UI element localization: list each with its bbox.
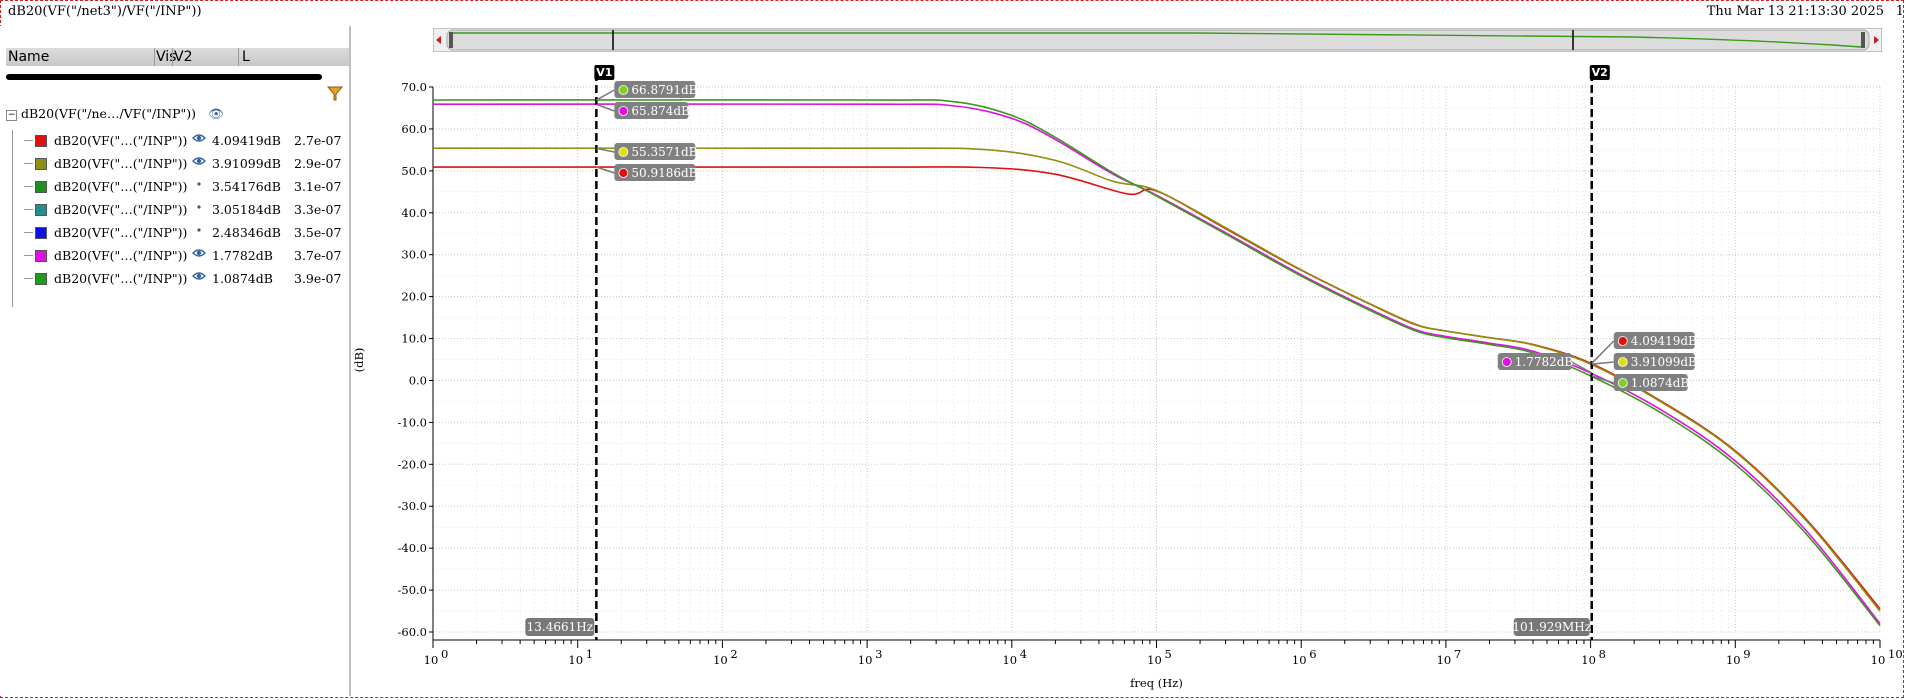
- l-value: 2.7e-07: [294, 133, 342, 148]
- horizontal-scrollbar[interactable]: [6, 74, 322, 80]
- hidden-dot-icon[interactable]: [192, 201, 206, 215]
- v2-value: 1.0874dB: [212, 271, 273, 286]
- v2-value: 1.7782dB: [212, 248, 273, 263]
- overview-left-handle[interactable]: [449, 32, 453, 48]
- signal-name: dB20(VF("…("/INP")): [54, 202, 188, 217]
- color-swatch[interactable]: [35, 250, 47, 262]
- column-v2[interactable]: V2: [174, 49, 192, 65]
- color-swatch[interactable]: [35, 227, 47, 239]
- color-swatch[interactable]: [35, 273, 47, 285]
- tree-connector: [24, 163, 33, 164]
- l-value: 3.9e-07: [294, 271, 342, 286]
- column-l[interactable]: L: [242, 49, 250, 65]
- l-value: 2.9e-07: [294, 156, 342, 171]
- color-swatch[interactable]: [35, 204, 47, 216]
- overview-right-handle[interactable]: [1861, 32, 1865, 48]
- v2-value: 3.91099dB: [212, 156, 281, 171]
- tree-connector: [24, 209, 33, 210]
- window-title: dB20(VF("/net3")/VF("/INP")): [8, 4, 202, 19]
- tree-connector: [12, 130, 13, 307]
- datetime: Thu Mar 13 21:13:30 2025: [1706, 4, 1884, 19]
- color-swatch[interactable]: [35, 158, 47, 170]
- tree-connector: [24, 140, 33, 141]
- signal-name: dB20(VF("…("/INP")): [54, 271, 188, 286]
- datetime-suffix: 1: [1895, 4, 1904, 19]
- column-name[interactable]: Name: [8, 49, 49, 65]
- v2-value: 3.54176dB: [212, 179, 281, 194]
- eye-icon[interactable]: 👁: [208, 106, 224, 121]
- tree-connector: [24, 186, 33, 187]
- tree-connector: [24, 232, 33, 233]
- eye-icon[interactable]: [192, 155, 206, 169]
- signal-name: dB20(VF("…("/INP")): [54, 156, 188, 171]
- hidden-dot-icon[interactable]: [192, 178, 206, 192]
- eye-icon[interactable]: [192, 247, 206, 261]
- filter-icon[interactable]: [326, 84, 344, 102]
- v2-value: 2.48346dB: [212, 225, 281, 240]
- l-value: 3.1e-07: [294, 179, 342, 194]
- tree-connector: [24, 255, 33, 256]
- tree-connector: [24, 278, 33, 279]
- signal-name: dB20(VF("…("/INP")): [54, 179, 188, 194]
- collapse-icon[interactable]: −: [6, 110, 17, 121]
- signal-name: dB20(VF("…("/INP")): [54, 225, 188, 240]
- tree-header: Name Vis V2 L: [6, 48, 349, 66]
- overview-strip[interactable]: [433, 28, 1882, 52]
- v2-value: 3.05184dB: [212, 202, 281, 217]
- color-swatch[interactable]: [35, 135, 47, 147]
- eye-icon[interactable]: [192, 132, 206, 146]
- color-swatch[interactable]: [35, 181, 47, 193]
- tree-root-label: dB20(VF("/ne…/VF("/INP")): [20, 106, 196, 121]
- eye-icon[interactable]: [192, 270, 206, 284]
- signal-name: dB20(VF("…("/INP")): [54, 133, 188, 148]
- l-value: 3.3e-07: [294, 202, 342, 217]
- signal-name: dB20(VF("…("/INP")): [54, 248, 188, 263]
- hidden-dot-icon[interactable]: [192, 224, 206, 238]
- signal-browser-panel: Name Vis V2 L − dB20(VF("/ne…/VF("/INP")…: [0, 26, 351, 696]
- l-value: 3.5e-07: [294, 225, 342, 240]
- tree-root-item[interactable]: − dB20(VF("/ne…/VF("/INP")) 👁: [6, 106, 224, 122]
- v2-value: 4.09419dB: [212, 133, 281, 148]
- l-value: 3.7e-07: [294, 248, 342, 263]
